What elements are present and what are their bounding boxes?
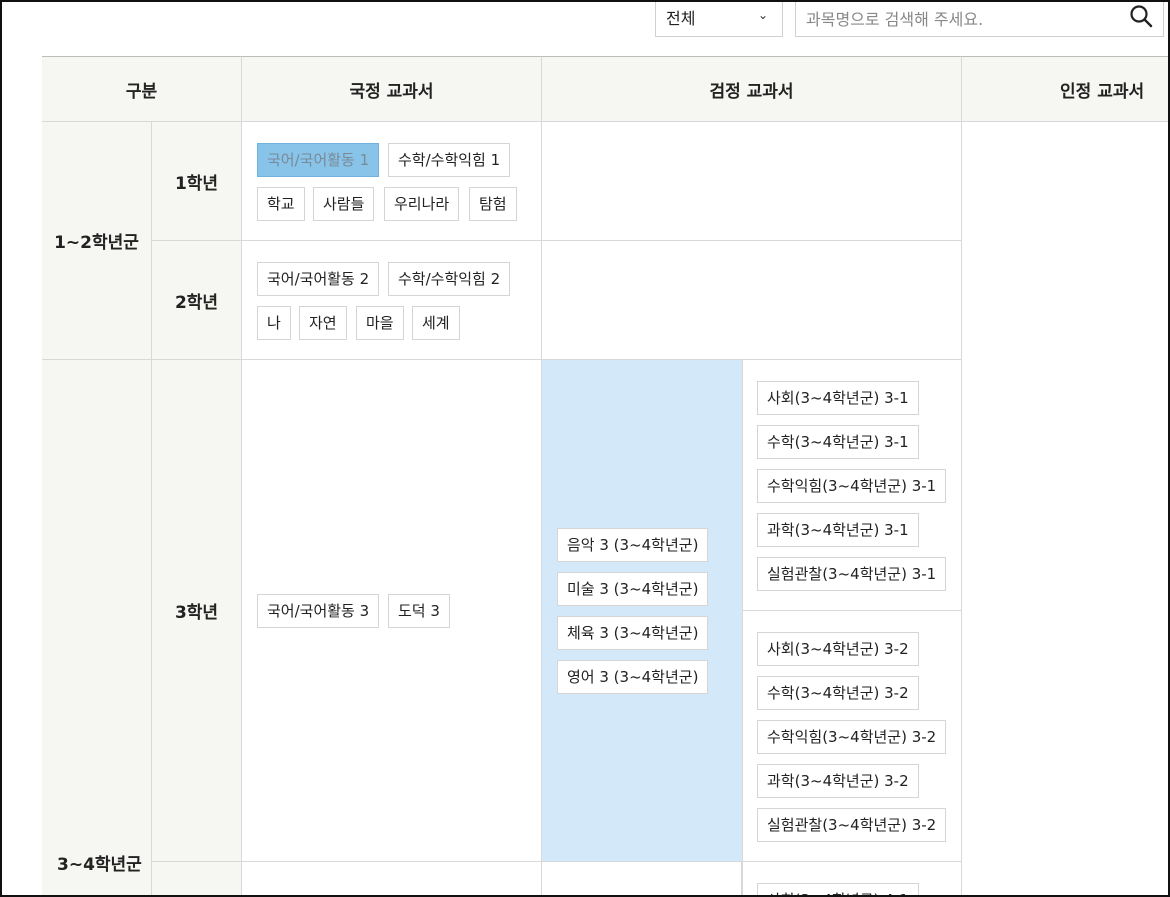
grade-3: 3학년 — [152, 360, 242, 862]
textbook-tag[interactable]: 자연 — [299, 306, 347, 340]
textbook-tag[interactable]: 사회(3~4학년군) 3-1 — [757, 381, 919, 415]
textbook-tag[interactable]: 마을 — [356, 306, 404, 340]
textbook-tag[interactable]: 학교 — [257, 187, 305, 221]
grade-3-approved-left-cell — [542, 360, 742, 862]
textbook-tag[interactable]: 실험관찰(3~4학년군) 3-2 — [757, 808, 947, 842]
textbook-tag[interactable]: 도덕 3 — [388, 594, 450, 628]
search-box[interactable]: 과목명으로 검색해 주세요. — [795, 2, 1164, 37]
authorized-column — [962, 122, 1168, 895]
category-select-value: 전체 — [666, 9, 696, 28]
textbook-tag[interactable]: 사람들 — [313, 187, 375, 221]
textbook-tag[interactable]: 탐험 — [469, 187, 517, 221]
group-1-2: 1~2학년군 — [42, 122, 152, 360]
grade-1-approved-cell — [542, 122, 962, 241]
textbook-tag[interactable]: 수학/수학익힘 2 — [388, 262, 511, 296]
textbook-tag[interactable]: 미술 3 (3~4학년군) — [557, 572, 709, 606]
textbook-tag[interactable]: 실험관찰(3~4학년군) 3-1 — [757, 557, 947, 591]
textbook-tag[interactable]: 세계 — [412, 306, 460, 340]
textbook-tag[interactable]: 체육 3 (3~4학년군) — [557, 616, 709, 650]
header-authorized: 인정 교과서 — [962, 56, 1168, 122]
textbook-tag[interactable]: 국어/국어활동 2 — [257, 262, 380, 296]
group-3-4: 3~4학년군 — [42, 360, 152, 895]
search-input[interactable]: 과목명으로 검색해 주세요. — [806, 6, 983, 30]
textbook-tag[interactable]: 국어/국어활동 1 — [257, 143, 380, 177]
textbook-tag[interactable]: 나 — [257, 306, 291, 340]
textbook-tag[interactable]: 수학/수학익힘 1 — [388, 143, 511, 177]
textbook-tag[interactable]: 음악 3 (3~4학년군) — [557, 528, 709, 562]
textbook-tag[interactable]: 수학익힘(3~4학년군) 3-1 — [757, 469, 947, 503]
textbook-tag[interactable]: 사회(3~4학년군) 4-1 — [757, 883, 919, 895]
textbook-tag[interactable]: 수학(3~4학년군) 3-2 — [757, 676, 919, 710]
grade-4-approved-left-cell — [542, 862, 742, 895]
header-approved: 검정 교과서 — [542, 56, 962, 122]
header-category: 구분 — [42, 56, 242, 122]
textbook-tag[interactable]: 사회(3~4학년군) 3-2 — [757, 632, 919, 666]
textbook-tag[interactable]: 과학(3~4학년군) 3-1 — [757, 513, 919, 547]
header-national: 국정 교과서 — [242, 56, 542, 122]
textbook-tag[interactable]: 국어/국어활동 3 — [257, 594, 380, 628]
textbook-tag[interactable]: 우리나라 — [384, 187, 460, 221]
grade-2-approved-cell — [542, 241, 962, 360]
textbook-tag[interactable]: 수학익힘(3~4학년군) 3-2 — [757, 720, 947, 754]
chevron-down-icon: ⌄ — [757, 8, 768, 22]
grade-1: 1학년 — [152, 122, 242, 241]
textbook-tag[interactable]: 과학(3~4학년군) 3-2 — [757, 764, 919, 798]
grade-2: 2학년 — [152, 241, 242, 360]
search-icon[interactable] — [1129, 4, 1153, 28]
grade-4 — [152, 862, 242, 895]
grade-4-national-cell — [242, 862, 542, 895]
grade-2-national-cell — [242, 241, 542, 360]
textbook-tag[interactable]: 영어 3 (3~4학년군) — [557, 660, 709, 694]
textbook-tag[interactable]: 수학(3~4학년군) 3-1 — [757, 425, 919, 459]
grade-1-national-cell — [242, 122, 542, 241]
category-select[interactable]: 전체 ⌄ — [655, 2, 783, 37]
app-frame: 전체 ⌄ 과목명으로 검색해 주세요. 구분 국정 교과서 검정 교과서 인정 … — [0, 0, 1170, 897]
